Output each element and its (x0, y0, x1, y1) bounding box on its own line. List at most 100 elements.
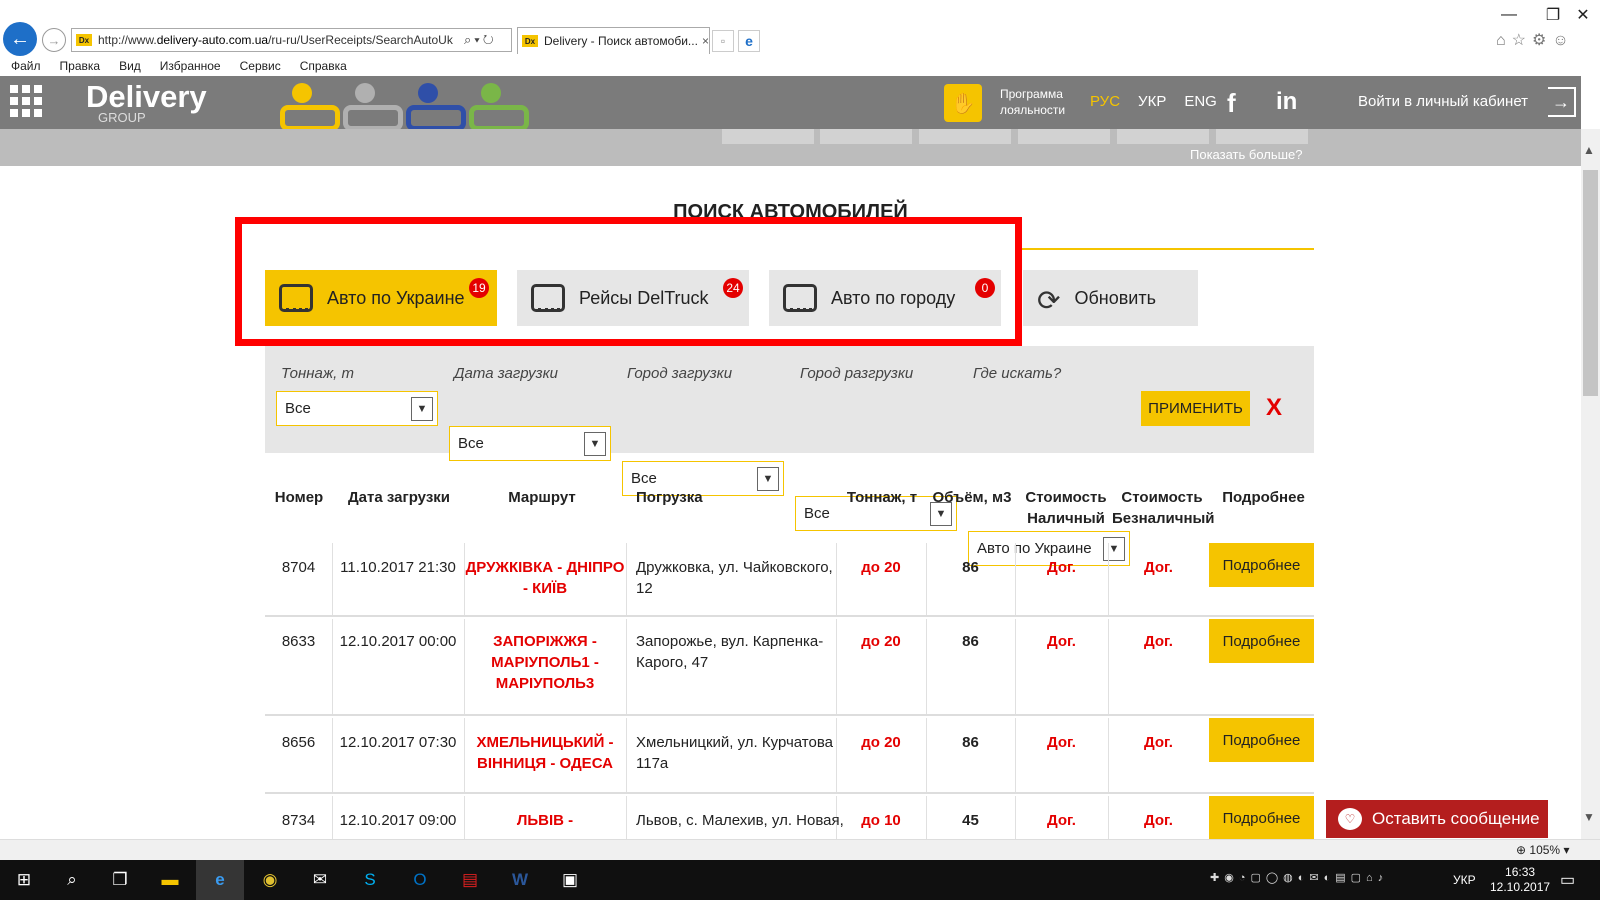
cell-cashless: Дог. (1144, 559, 1173, 576)
menu-bar: Файл Правка Вид Избранное Сервис Справка (0, 56, 1600, 76)
refresh-button[interactable]: ⟳ Обновить (1023, 270, 1198, 326)
tab-title: Delivery - Поиск автомоби... (544, 34, 698, 48)
company-banner-green[interactable] (463, 77, 529, 131)
scroll-down-icon[interactable]: ▼ (1583, 810, 1595, 824)
login-link[interactable]: Войти в личный кабинет (1358, 93, 1528, 110)
col-header-detail: Подробнее (1222, 489, 1305, 506)
chevron-down-icon: ▼ (411, 397, 433, 421)
company-banner-yellow[interactable] (274, 77, 340, 131)
task-view-icon[interactable]: ❐ (96, 860, 144, 900)
cell-route: ЗАПОРІЖЖЯ - МАРІУПОЛЬ1 - МАРІУПОЛЬ3 (491, 633, 599, 692)
notification-center-icon[interactable]: ▭ (1560, 870, 1575, 890)
detail-button[interactable]: Подробнее (1209, 543, 1314, 587)
address-tools[interactable]: ⌕▾↻ (464, 32, 497, 48)
menu-help[interactable]: Справка (300, 59, 347, 73)
cell-cashless: Дог. (1144, 812, 1173, 829)
browser-tools[interactable]: ⌂☆⚙☺ (1496, 30, 1575, 50)
favorites-star-icon: ☆ (1511, 32, 1533, 49)
input-language[interactable]: УКР (1453, 873, 1476, 887)
show-more-link[interactable]: Показать больше? (1190, 147, 1303, 162)
search-icon[interactable]: ⌕ (48, 860, 96, 900)
leave-message-button[interactable]: ♡ Оставить сообщение (1326, 800, 1548, 838)
header-subtab[interactable] (919, 129, 1011, 144)
zoom-level[interactable]: ⊕ 105% ▾ (1516, 843, 1569, 857)
mail-icon[interactable]: ✉ (296, 860, 344, 900)
menu-file[interactable]: Файл (11, 59, 41, 73)
group-companies-banner[interactable] (274, 77, 529, 131)
company-banner-blue[interactable] (400, 77, 466, 131)
col-header-volume: Объём, м3 (932, 489, 1012, 506)
photos-icon[interactable]: ▣ (546, 860, 594, 900)
minimize-button[interactable]: — (1486, 4, 1532, 26)
cell-date: 12.10.2017 09:00 (339, 812, 457, 829)
col-header-loading: Погрузка (636, 489, 703, 506)
zoom-icon: ⊕ (1516, 843, 1527, 857)
header-subtab[interactable] (1117, 129, 1209, 144)
loyalty-program-icon[interactable]: ✋ (944, 84, 982, 122)
system-tray-icons[interactable]: ✚◉◔▢◯◍◐✉◐▤▢⌂♪ (1210, 871, 1388, 884)
outlook-icon[interactable]: O (396, 860, 444, 900)
login-icon[interactable]: → (1548, 87, 1576, 117)
smiley-icon: ☺ (1552, 32, 1575, 49)
facebook-icon[interactable]: f (1227, 88, 1236, 119)
menu-edit[interactable]: Правка (60, 59, 101, 73)
new-tab-button[interactable]: ▫ (712, 30, 734, 52)
title-underline (1018, 248, 1314, 250)
header-subtab[interactable] (722, 129, 814, 144)
close-window-button[interactable]: ✕ (1560, 4, 1600, 26)
apply-button[interactable]: ПРИМЕНИТЬ (1141, 391, 1250, 426)
cell-date: 12.10.2017 07:30 (339, 734, 457, 751)
detail-button[interactable]: Подробнее (1209, 796, 1314, 839)
search-icon: ⌕ (464, 32, 475, 47)
cell-cashless: Дог. (1144, 633, 1173, 650)
skype-icon[interactable]: S (346, 860, 394, 900)
delivery-logo[interactable]: Delivery GROUP (86, 81, 207, 124)
linkedin-icon[interactable]: in (1276, 88, 1297, 116)
header-subtab[interactable] (1216, 129, 1308, 144)
filter-label-tonnage: Тоннаж, т (281, 365, 355, 382)
cell-cash: Дог. (1047, 812, 1076, 829)
address-url[interactable]: http://www.delivery-auto.com.ua/ru-ru/Us… (98, 33, 460, 47)
language-switcher: РУС УКР ENG (1090, 93, 1217, 110)
filter-label-load-date: Дата загрузки (454, 365, 559, 382)
cell-volume: 86 (962, 633, 979, 650)
address-bar[interactable]: Dx http://www.delivery-auto.com.ua/ru-ru… (71, 28, 512, 52)
header-subtab[interactable] (1018, 129, 1110, 144)
cell-loading: Запорожье, вул. Карпенка-Карого, 47 (636, 633, 824, 671)
cell-tonnage: до 20 (861, 633, 901, 650)
browser-tab-active[interactable]: Dx Delivery - Поиск автомоби... × (517, 27, 710, 54)
loyalty-program-link[interactable]: Программа лояльности (1000, 86, 1065, 118)
file-explorer-icon[interactable]: ▬ (146, 860, 194, 900)
detail-button[interactable]: Подробнее (1209, 619, 1314, 663)
header-subtab[interactable] (820, 129, 912, 144)
chrome-icon[interactable]: ◉ (246, 860, 294, 900)
lang-eng[interactable]: ENG (1184, 93, 1217, 110)
detail-button[interactable]: Подробнее (1209, 718, 1314, 762)
menu-view[interactable]: Вид (119, 59, 141, 73)
company-banner-gray[interactable] (337, 77, 403, 131)
word-icon[interactable]: W (496, 860, 544, 900)
start-windows-icon[interactable]: ⊞ (0, 860, 48, 900)
cell-route: ДРУЖКІВКА - ДНІПРО - КИЇВ (465, 559, 625, 597)
home-icon: ⌂ (1496, 32, 1512, 49)
refresh-icon: ⟳ (1037, 285, 1061, 316)
cell-number: 8656 (281, 734, 316, 751)
tonnage-select[interactable]: Все ▼ (276, 391, 438, 426)
apps-grid-icon[interactable] (10, 85, 42, 117)
ie-tab-icon[interactable]: e (738, 30, 760, 52)
pdf-reader-icon[interactable]: ▤ (446, 860, 494, 900)
lang-rus[interactable]: РУС (1090, 93, 1120, 110)
cell-number: 8633 (281, 633, 316, 650)
clear-filters-button[interactable]: X (1266, 394, 1282, 422)
tab-close-icon[interactable]: × (702, 34, 709, 48)
menu-tools[interactable]: Сервис (240, 59, 281, 73)
taskbar-clock[interactable]: 16:33 12.10.2017 (1490, 865, 1550, 895)
menu-favorites[interactable]: Избранное (160, 59, 221, 73)
scroll-up-icon[interactable]: ▲ (1583, 143, 1595, 157)
internet-explorer-icon[interactable]: e (196, 860, 244, 900)
back-button[interactable]: ← (3, 22, 37, 56)
load-date-select[interactable]: Все ▼ (449, 426, 611, 461)
scrollbar-thumb[interactable] (1583, 170, 1598, 396)
forward-button[interactable]: → (42, 28, 66, 52)
lang-ukr[interactable]: УКР (1138, 93, 1166, 110)
